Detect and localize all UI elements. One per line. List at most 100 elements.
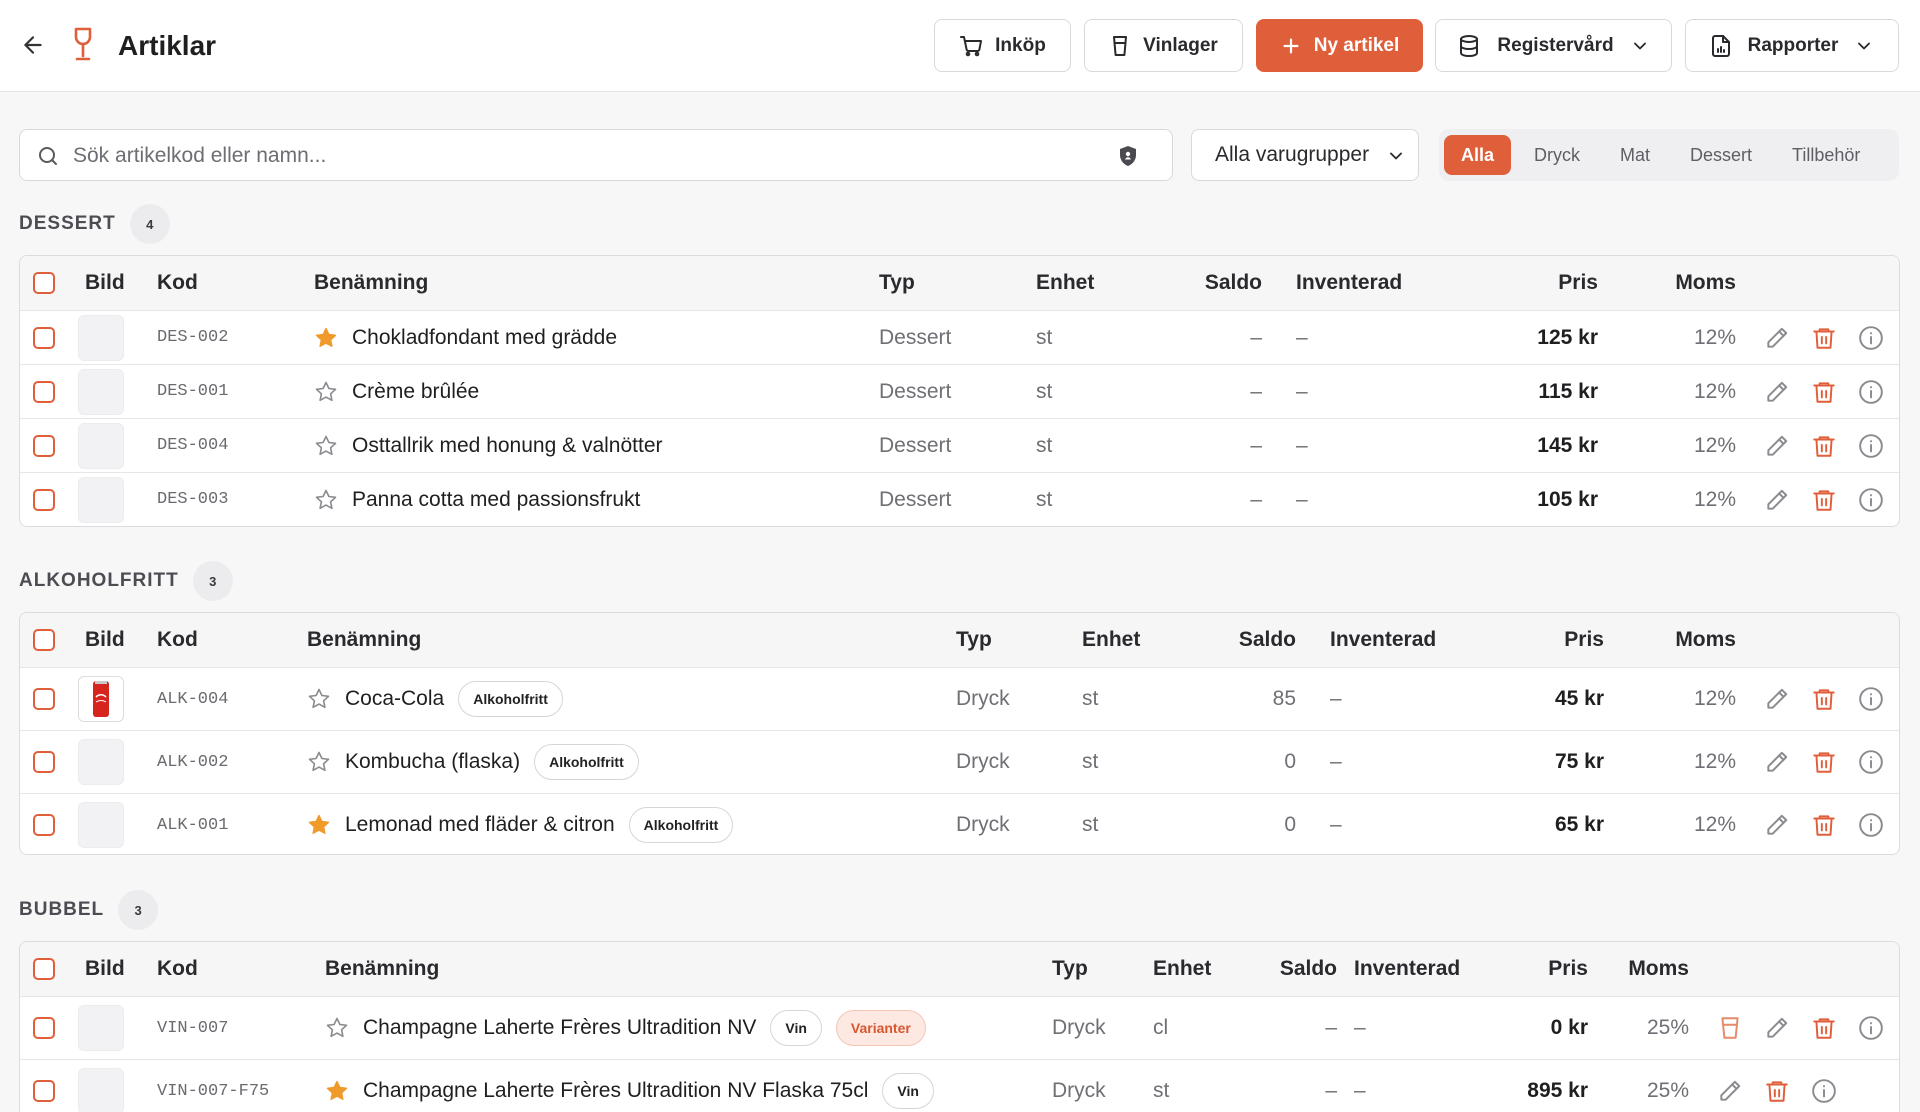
info-icon[interactable] [1858,1015,1884,1041]
filter-drinks[interactable]: Dryck [1517,135,1597,175]
table-row[interactable]: DES-003 Panna cotta med passionsfrukt De… [20,472,1899,526]
info-icon[interactable] [1858,487,1884,513]
row-checkbox[interactable] [33,326,55,349]
delete-trash-icon[interactable] [1811,749,1837,775]
star-outline-icon[interactable] [325,1016,349,1040]
row-checkbox[interactable] [33,814,55,836]
star-outline-icon[interactable] [307,687,331,711]
column-header-balance[interactable]: Saldo [1242,942,1337,996]
edit-pencil-icon[interactable] [1764,812,1790,838]
glass-stock-icon[interactable] [1717,1015,1743,1041]
column-header-counted[interactable]: Inventerad [1296,256,1402,310]
table-row[interactable]: DES-004 Osttallrik med honung & valnötte… [20,418,1899,472]
table-row[interactable]: ALK-002 Kombucha (flaska) Alkoholfritt D… [20,730,1899,793]
filter-accessories[interactable]: Tillbehör [1775,135,1877,175]
edit-pencil-icon[interactable] [1717,1078,1743,1104]
variants-badge[interactable]: Varianter [835,1010,926,1046]
item-price: 115 kr [1538,379,1598,403]
info-icon[interactable] [1858,749,1884,775]
column-header-vat[interactable]: Moms [1604,942,1689,996]
column-header-name[interactable]: Benämning [314,256,428,310]
delete-trash-icon[interactable] [1764,1078,1790,1104]
edit-pencil-icon[interactable] [1764,379,1790,405]
row-checkbox[interactable] [33,380,55,403]
column-header-type[interactable]: Typ [956,613,992,667]
item-type: Dryck [956,687,1010,710]
column-header-unit[interactable]: Enhet [1036,256,1094,310]
column-header-balance[interactable]: Saldo [1170,256,1262,310]
star-outline-icon[interactable] [314,434,338,458]
edit-pencil-icon[interactable] [1764,487,1790,513]
delete-trash-icon[interactable] [1811,812,1837,838]
info-icon[interactable] [1858,433,1884,459]
star-filled-icon[interactable] [307,813,331,837]
edit-pencil-icon[interactable] [1764,433,1790,459]
column-header-price[interactable]: Pris [1490,613,1604,667]
column-header-type[interactable]: Typ [879,256,915,310]
delete-trash-icon[interactable] [1811,433,1837,459]
row-checkbox[interactable] [33,1080,55,1102]
info-icon[interactable] [1858,686,1884,712]
delete-trash-icon[interactable] [1811,487,1837,513]
column-header-price[interactable]: Pris [1500,942,1588,996]
info-icon[interactable] [1858,325,1884,351]
wine-stock-button[interactable]: Vinlager [1084,19,1243,72]
row-checkbox[interactable] [33,488,55,511]
delete-trash-icon[interactable] [1811,686,1837,712]
star-filled-icon[interactable] [314,326,338,350]
column-header-name[interactable]: Benämning [325,942,439,996]
star-filled-icon[interactable] [325,1079,349,1103]
delete-trash-icon[interactable] [1811,379,1837,405]
table-row[interactable]: ALK-004 Coca-Cola Alkoholfritt Dryck st … [20,667,1899,730]
select-all-checkbox[interactable] [33,958,55,980]
select-all-checkbox[interactable] [33,272,55,294]
column-header-price[interactable]: Pris [1480,256,1598,310]
table-row[interactable]: VIN-007-F75 Champagne Laherte Frères Ult… [20,1059,1899,1112]
column-header-code[interactable]: Kod [157,613,198,667]
delete-trash-icon[interactable] [1811,1015,1837,1041]
info-icon[interactable] [1858,379,1884,405]
column-header-counted[interactable]: Inventerad [1330,613,1436,667]
column-header-unit[interactable]: Enhet [1082,613,1140,667]
item-counted: – [1296,325,1308,349]
column-header-balance[interactable]: Saldo [1196,613,1296,667]
reports-dropdown-button[interactable]: Rapporter [1685,19,1899,72]
select-all-checkbox[interactable] [33,629,55,651]
info-icon[interactable] [1858,812,1884,838]
column-header-name[interactable]: Benämning [307,613,421,667]
column-header-type[interactable]: Typ [1052,942,1088,996]
back-arrow-icon[interactable] [18,30,48,60]
row-checkbox[interactable] [33,434,55,457]
edit-pencil-icon[interactable] [1764,749,1790,775]
edit-pencil-icon[interactable] [1764,686,1790,712]
shield-icon[interactable] [1116,144,1140,173]
product-group-select[interactable]: Alla varugrupper [1191,129,1419,181]
search-input[interactable] [73,140,1093,172]
star-outline-icon[interactable] [314,380,338,404]
row-checkbox[interactable] [33,1017,55,1039]
filter-all[interactable]: Alla [1444,135,1512,175]
column-header-counted[interactable]: Inventerad [1354,942,1460,996]
table-row[interactable]: DES-002 Chokladfondant med grädde Desser… [20,310,1899,364]
table-row[interactable]: VIN-007 Champagne Laherte Frères Ultradi… [20,996,1899,1059]
column-header-code[interactable]: Kod [157,256,198,310]
filter-dessert[interactable]: Dessert [1673,135,1769,175]
star-outline-icon[interactable] [314,488,338,512]
star-outline-icon[interactable] [307,750,331,774]
edit-pencil-icon[interactable] [1764,325,1790,351]
edit-pencil-icon[interactable] [1764,1015,1790,1041]
column-header-unit[interactable]: Enhet [1153,942,1211,996]
register-dropdown-button[interactable]: Registervård [1435,19,1672,72]
purchase-button[interactable]: Inköp [934,19,1071,72]
delete-trash-icon[interactable] [1811,325,1837,351]
column-header-code[interactable]: Kod [157,942,198,996]
column-header-vat[interactable]: Moms [1630,613,1736,667]
row-checkbox[interactable] [33,688,55,710]
table-row[interactable]: DES-001 Crème brûlée Dessert st – – 115 … [20,364,1899,418]
new-item-button[interactable]: Ny artikel [1256,19,1423,72]
table-row[interactable]: ALK-001 Lemonad med fläder & citron Alko… [20,793,1899,854]
column-header-vat[interactable]: Moms [1630,256,1736,310]
info-icon[interactable] [1811,1078,1837,1104]
row-checkbox[interactable] [33,751,55,773]
filter-food[interactable]: Mat [1603,135,1667,175]
